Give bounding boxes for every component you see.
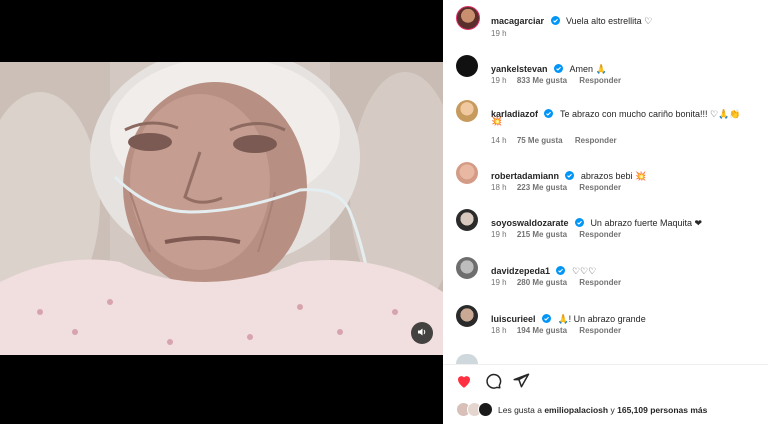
commenter-avatar-partial[interactable] xyxy=(456,354,478,364)
verified-icon xyxy=(544,105,554,118)
comment-likes[interactable]: 194 Me gusta xyxy=(517,326,567,335)
reply-button[interactable]: Responder xyxy=(579,183,621,192)
post-actions: Les gusta a emiliopalaciosh y 165,109 pe… xyxy=(443,364,768,424)
share-icon[interactable] xyxy=(512,372,530,390)
reply-button[interactable]: Responder xyxy=(579,230,621,239)
reply-button[interactable]: Responder xyxy=(579,76,621,85)
author-username[interactable]: macagarciar xyxy=(491,16,544,26)
verified-icon xyxy=(565,167,575,180)
reply-button[interactable]: Responder xyxy=(579,278,621,287)
post-time: 19 h xyxy=(491,29,507,38)
comment-icon[interactable] xyxy=(484,372,502,390)
comment-username[interactable]: yankelstevan xyxy=(491,64,548,74)
audio-toggle-button[interactable] xyxy=(411,322,433,344)
comment-username[interactable]: robertadamiann xyxy=(491,171,559,181)
comment-time: 19 h xyxy=(491,278,507,287)
heart-icon[interactable] xyxy=(455,372,473,390)
reply-button[interactable]: Responder xyxy=(579,326,621,335)
post-video[interactable] xyxy=(0,62,443,355)
audio-icon xyxy=(417,324,427,342)
comment-text-continued: 💥 xyxy=(491,116,503,126)
comment-username[interactable]: luiscurieel xyxy=(491,314,536,324)
likes-joiner: y xyxy=(610,405,615,415)
comment-likes[interactable]: 75 Me gusta xyxy=(517,136,563,145)
verified-icon xyxy=(554,60,563,73)
comment-likes[interactable]: 223 Me gusta xyxy=(517,183,567,192)
liker-avatar xyxy=(478,402,493,417)
likes-user[interactable]: emiliopalaciosh xyxy=(544,405,608,415)
comment-text: ♡♡♡ xyxy=(571,266,597,276)
comment-text: Amen 🙏 xyxy=(569,64,607,74)
commenter-avatar[interactable] xyxy=(456,257,478,279)
comment-text: 🙏! Un abrazo grande xyxy=(557,314,646,324)
commenter-avatar[interactable] xyxy=(456,162,478,184)
reply-button[interactable]: Responder xyxy=(575,136,617,145)
post-media[interactable] xyxy=(0,0,443,424)
video-frame xyxy=(0,62,443,355)
comment-text: abrazos bebi 💥 xyxy=(580,171,647,181)
comment-time: 19 h xyxy=(491,230,507,239)
comment-username[interactable]: soyoswaldozarate xyxy=(491,218,569,228)
comment-username[interactable]: davidzepeda1 xyxy=(491,266,550,276)
comment-text: Un abrazo fuerte Maquita ❤ xyxy=(590,218,703,228)
verified-icon xyxy=(574,214,584,227)
comment-text: Te abrazo con mucho cariño bonita!!! ♡🙏👏 xyxy=(559,109,741,119)
comment-time: 19 h xyxy=(491,76,507,85)
comment-likes[interactable]: 215 Me gusta xyxy=(517,230,567,239)
verified-icon xyxy=(550,12,560,25)
verified-icon xyxy=(556,262,566,275)
verified-icon xyxy=(541,310,551,323)
likes-prefix: Les gusta a xyxy=(498,405,542,415)
caption-text: Vuela alto estrellita ♡ xyxy=(565,16,653,26)
comment-likes[interactable]: 833 Me gusta xyxy=(517,76,567,85)
comment-likes[interactable]: 280 Me gusta xyxy=(517,278,567,287)
comment-time: 18 h xyxy=(491,183,507,192)
commenter-avatar[interactable] xyxy=(456,209,478,231)
author-avatar[interactable] xyxy=(456,6,480,30)
commenter-avatar[interactable] xyxy=(456,305,478,327)
commenter-avatar[interactable] xyxy=(456,100,478,122)
comments-panel: macagarciar Vuela alto estrellita ♡ 19 h… xyxy=(443,0,768,424)
commenter-avatar[interactable] xyxy=(456,55,478,77)
comment-time: 14 h xyxy=(491,136,507,145)
likes-summary[interactable]: Les gusta a emiliopalaciosh y 165,109 pe… xyxy=(456,402,761,418)
likes-count[interactable]: 165,109 personas más xyxy=(617,405,707,415)
comment-time: 18 h xyxy=(491,326,507,335)
